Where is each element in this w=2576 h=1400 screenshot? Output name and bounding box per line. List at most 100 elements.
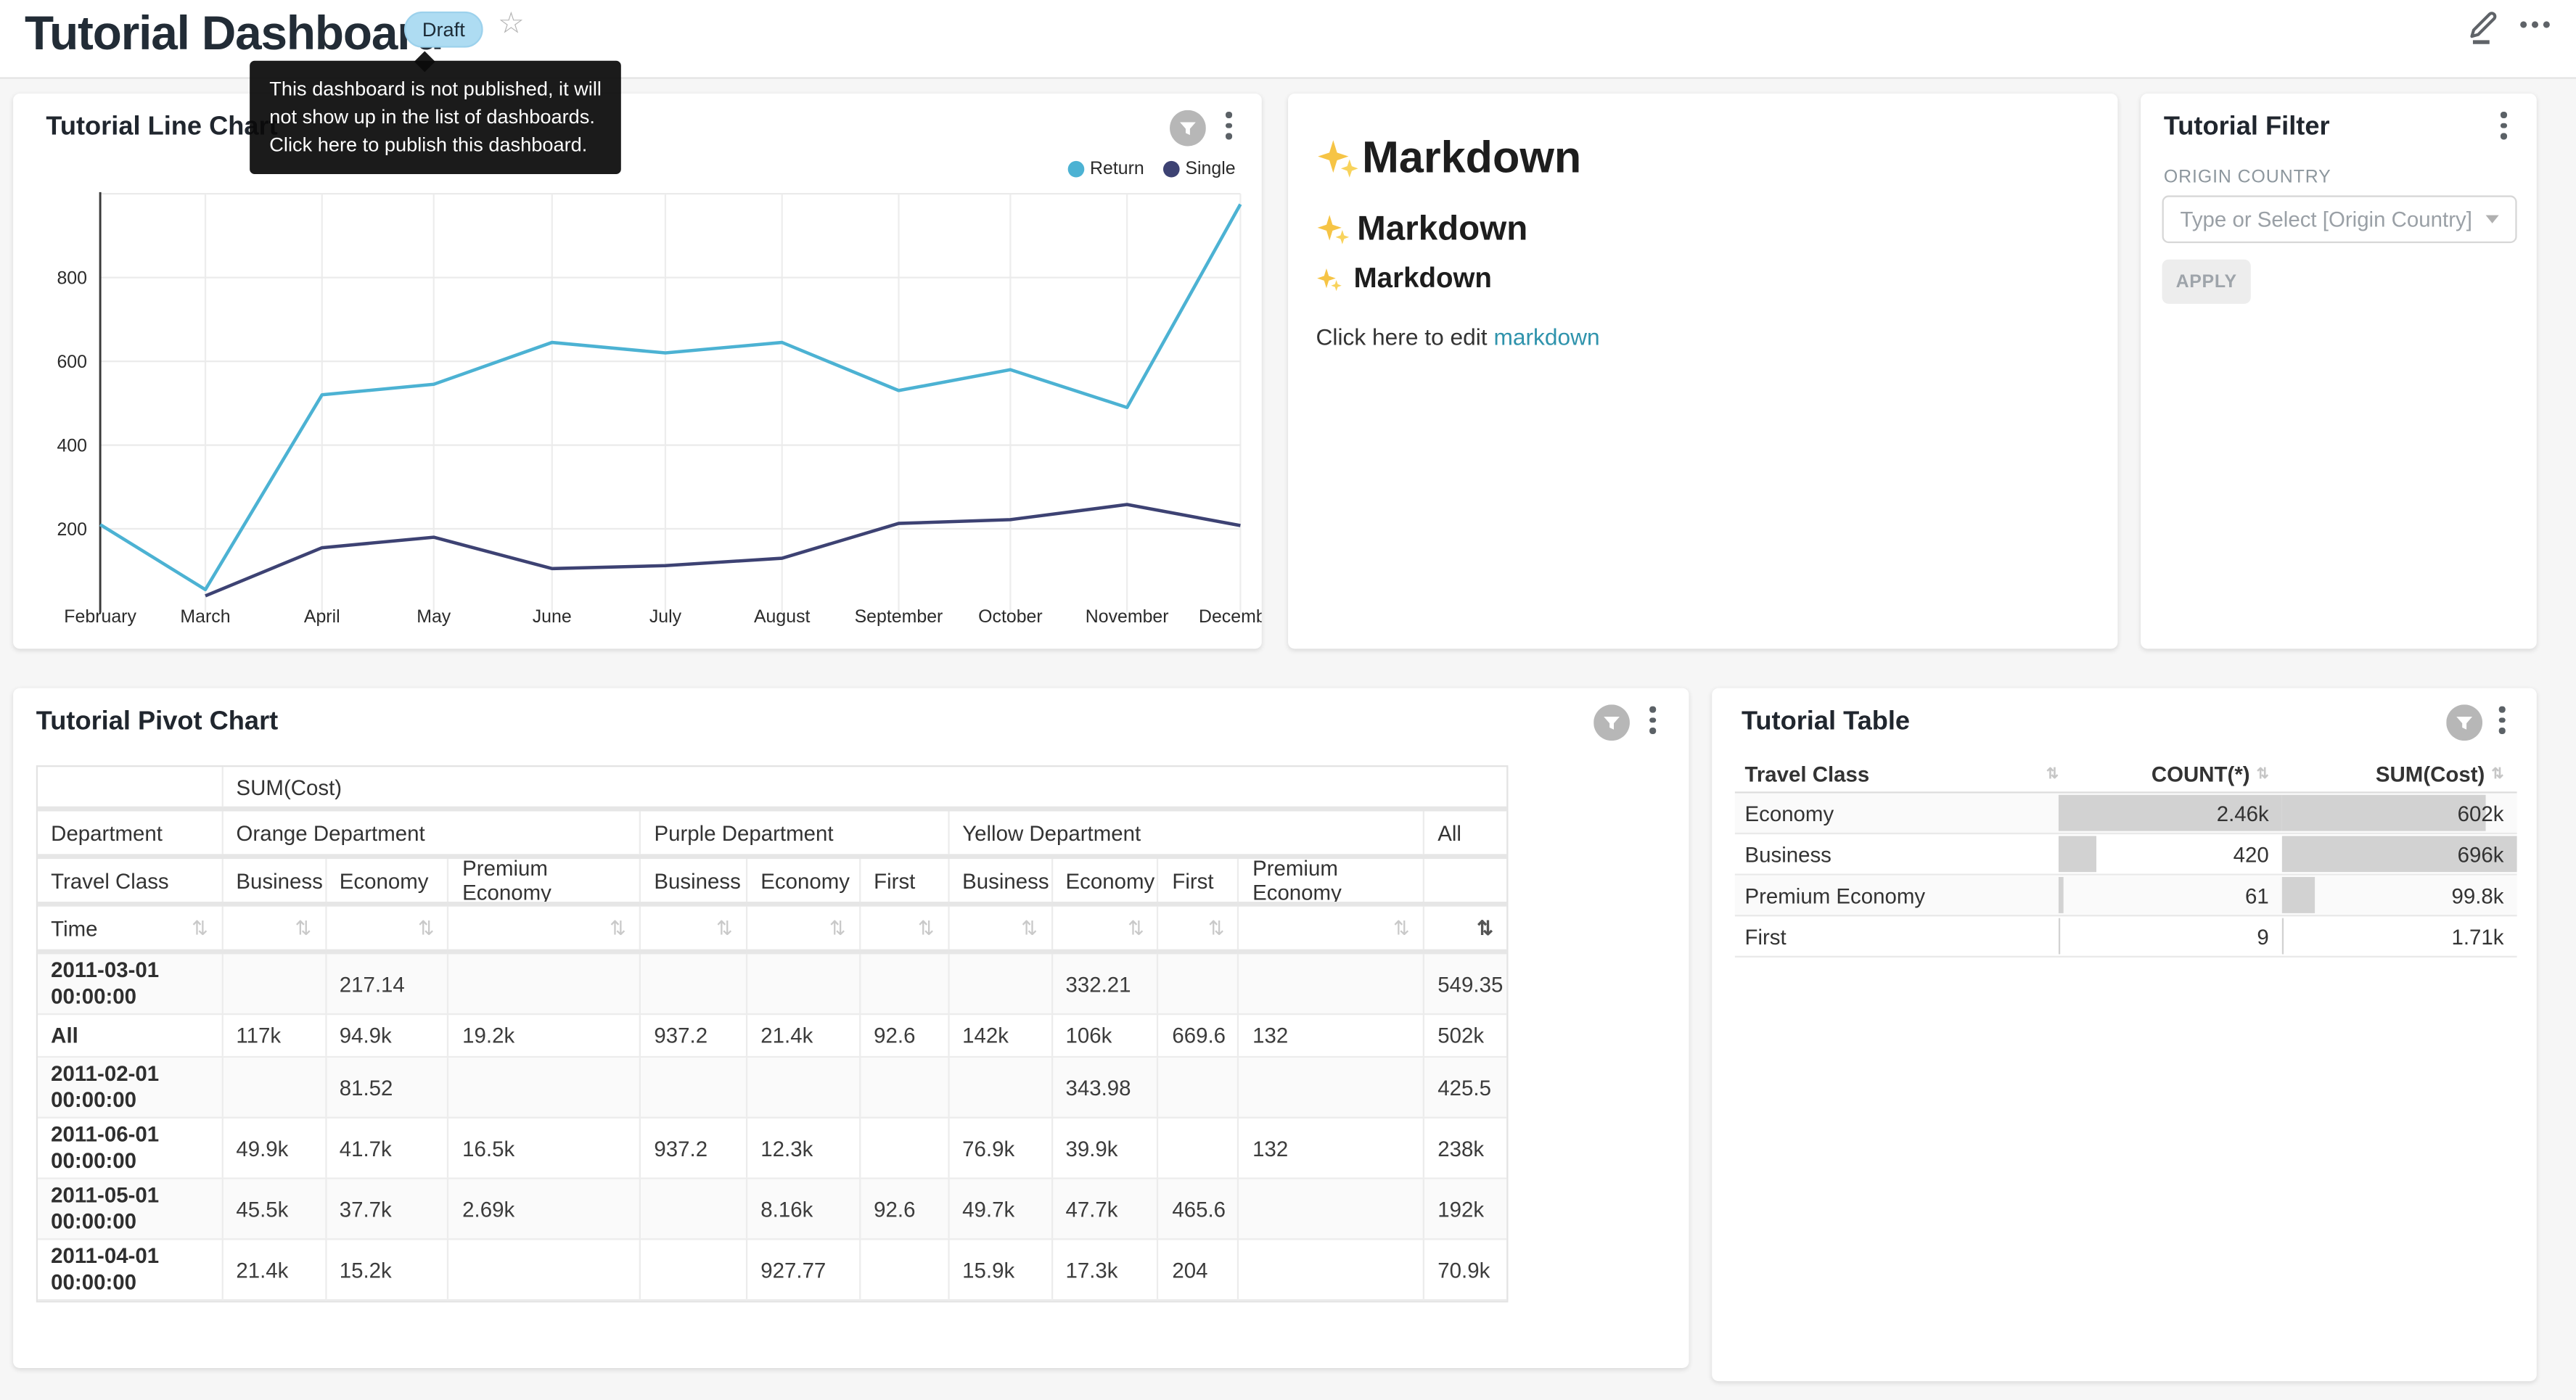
legend-item[interactable]: Single [1164,160,1236,179]
pivot-cell: Department [38,811,223,854]
sort-icon[interactable]: ⇅ [192,916,208,939]
more-actions-icon[interactable] [2520,21,2550,28]
cell-bar [2282,918,2283,955]
origin-country-select[interactable]: Type or Select [Origin Country] [2162,195,2517,243]
pivot-cell: 2011-03-0100:00:00 [38,954,223,1013]
sort-icon[interactable]: ⇅ [716,916,733,939]
pivot-cell [1424,859,1506,902]
column-header[interactable]: COUNT(*)⇅ [2059,755,2282,791]
table-row: Business420696k [1735,834,2517,876]
pivot-cell[interactable]: ⇅ [327,907,449,950]
value-cell: 9 [2059,916,2282,955]
table-card: Tutorial Table Travel Class⇅COUNT(*)⇅SUM… [1712,688,2537,1381]
sort-icon[interactable]: ⇅ [295,916,311,939]
sort-icon[interactable]: ⇅ [1021,916,1038,939]
pivot-cell: 217.14 [327,954,449,1013]
pivot-cell: First [1159,859,1239,902]
pivot-cell[interactable]: ⇅ [223,907,326,950]
pivot-cell[interactable]: ⇅ [1239,907,1424,950]
pivot-cell: 19.2k [449,1015,641,1056]
column-sorter-icon[interactable]: ⇅ [2257,765,2269,783]
pivot-cell [1239,954,1424,1013]
chart-legend[interactable]: Return Single [1069,160,1236,179]
table-row: 2011-03-0100:00:00217.14332.21549.35 [38,954,1506,1015]
pivot-cell: 192k [1424,1179,1506,1239]
sparkles-icon [1316,265,1344,293]
pivot-cell [861,1119,949,1178]
pivot-cell: 12.3k [747,1119,861,1178]
column-header[interactable]: Travel Class⇅ [1735,755,2059,791]
sort-icon[interactable]: ⇅ [610,916,626,939]
pivot-cell [641,1240,747,1299]
tooltip-line: not show up in the list of dashboards. [269,104,602,131]
pivot-cell: 16.5k [449,1119,641,1178]
pivot-cell: Purple Department [641,811,949,854]
apply-button[interactable]: APPLY [2162,260,2251,304]
draft-status-badge[interactable]: Draft [404,12,483,48]
pivot-cell [641,1179,747,1239]
pivot-cell: 669.6 [1159,1015,1239,1056]
table-row: 2011-04-0100:00:0021.4k15.2k927.7715.9k1… [38,1240,1506,1301]
svg-text:November: November [1086,606,1169,627]
table-row: SUM(Cost) [38,767,1506,811]
pivot-cell [38,767,223,806]
sort-icon-active[interactable]: ⇅ [1477,916,1493,939]
pivot-cell: 81.52 [327,1058,449,1117]
pivot-cell: 937.2 [641,1015,747,1056]
dropdown-caret-icon [2486,215,2499,223]
pivot-cell: 2011-06-0100:00:00 [38,1119,223,1178]
pivot-cell [1159,1119,1239,1178]
markdown-h3: Markdown [1316,263,1492,295]
pivot-cell: 21.4k [223,1240,326,1299]
pivot-cell[interactable]: ⇅ [641,907,747,950]
edit-dashboard-icon[interactable] [2468,7,2504,46]
markdown-edit-link[interactable]: markdown [1493,324,1599,350]
filter-indicator-icon[interactable] [1593,704,1630,741]
column-sorter-icon[interactable]: ⇅ [2491,765,2503,783]
pivot-cell: 132 [1239,1119,1424,1178]
sort-icon[interactable]: ⇅ [829,916,846,939]
pivot-cell[interactable]: ⇅ [1052,907,1159,950]
sort-icon[interactable]: ⇅ [1128,916,1144,939]
markdown-paragraph: Click here to edit markdown [1316,324,1600,350]
pivot-cell: 94.9k [327,1015,449,1056]
pivot-cell [223,1058,326,1117]
pivot-cell: 117k [223,1015,326,1056]
pivot-cell[interactable]: ⇅ [449,907,641,950]
sort-icon[interactable]: ⇅ [1393,916,1410,939]
filter-indicator-icon[interactable] [2446,704,2482,741]
pivot-cell[interactable]: Time⇅ [38,907,223,950]
svg-text:May: May [417,606,451,627]
column-sorter-icon[interactable]: ⇅ [2046,765,2059,783]
kebab-menu-icon[interactable] [2499,707,2505,733]
pivot-cell: 37.7k [327,1179,449,1239]
kebab-menu-icon[interactable] [2501,112,2506,139]
cell-bar [2282,877,2315,913]
column-header[interactable]: SUM(Cost)⇅ [2282,755,2517,791]
svg-text:April: April [304,606,340,627]
kebab-menu-icon[interactable] [1649,707,1655,733]
pivot-cell: 39.9k [1052,1119,1159,1178]
table-row: 2011-02-0100:00:0081.52343.98425.5 [38,1058,1506,1119]
sort-icon[interactable]: ⇅ [418,916,435,939]
data-table[interactable]: Travel Class⇅COUNT(*)⇅SUM(Cost)⇅Economy2… [1735,755,2517,957]
sort-icon[interactable]: ⇅ [918,916,935,939]
sort-icon[interactable]: ⇅ [1208,916,1225,939]
pivot-cell: 425.5 [1424,1058,1506,1117]
pivot-cell [949,954,1052,1013]
pivot-cell [223,954,326,1013]
pivot-cell[interactable]: ⇅ [861,907,949,950]
svg-text:October: October [978,606,1043,627]
pivot-cell[interactable]: ⇅ [1159,907,1239,950]
pivot-cell: 49.7k [949,1179,1052,1239]
favorite-star-icon[interactable]: ☆ [498,7,525,41]
pivot-cell[interactable]: ⇅ [747,907,861,950]
pivot-cell: 2011-02-0100:00:00 [38,1058,223,1117]
legend-dot [1069,161,1086,178]
pivot-cell[interactable]: ⇅ [949,907,1052,950]
legend-item[interactable]: Return [1069,160,1144,179]
table-row: Premium Economy6199.8k [1735,876,2517,917]
pivot-cell: 49.9k [223,1119,326,1178]
pivot-cell[interactable]: ⇅ [1424,907,1506,950]
pivot-table[interactable]: SUM(Cost)DepartmentOrange DepartmentPurp… [36,765,1509,1302]
